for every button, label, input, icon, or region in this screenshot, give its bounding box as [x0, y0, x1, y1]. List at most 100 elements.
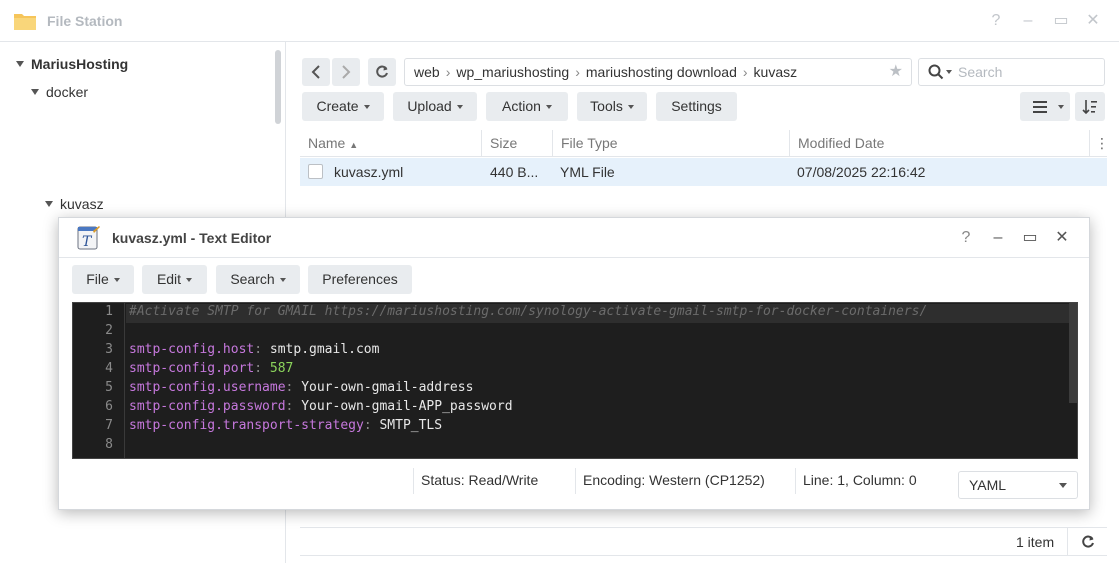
help-icon[interactable]: ? — [987, 12, 1005, 30]
line-number: 1 — [105, 304, 113, 319]
help-icon[interactable]: ? — [957, 229, 975, 247]
code-line[interactable]: smtp-config.host: smtp.gmail.com — [129, 342, 379, 357]
refresh-icon[interactable] — [1081, 535, 1095, 549]
caret-down-icon[interactable] — [16, 61, 24, 67]
path-segment[interactable]: web — [414, 64, 440, 80]
file-name: kuvasz.yml — [334, 164, 404, 180]
text-editor-icon: T — [77, 226, 100, 250]
status-divider — [795, 468, 796, 494]
chevron-right-icon — [342, 65, 351, 79]
caret-down-icon[interactable] — [31, 89, 39, 95]
text-editor-window: T kuvasz.yml - Text Editor ? – ▭ ✕ File … — [58, 217, 1090, 510]
forward-button[interactable] — [332, 58, 360, 86]
action-button[interactable]: Action — [486, 92, 568, 121]
file-menu-button[interactable]: File — [72, 265, 134, 294]
line-number: 3 — [105, 342, 113, 357]
minimize-icon[interactable]: – — [989, 229, 1007, 247]
edit-menu-button[interactable]: Edit — [142, 265, 207, 294]
code-line[interactable]: smtp-config.username: Your-own-gmail-add… — [129, 380, 473, 395]
search-menu-button[interactable]: Search — [216, 265, 300, 294]
sidebar-item-kuvasz[interactable]: kuvasz — [45, 196, 104, 212]
search-box[interactable]: Search — [918, 58, 1105, 86]
column-divider[interactable] — [789, 130, 790, 157]
sidebar-item-label: kuvasz — [60, 196, 104, 212]
column-divider[interactable] — [481, 130, 482, 157]
column-header-size[interactable]: Size — [490, 135, 517, 151]
dropdown-arrow-icon — [545, 105, 552, 109]
column-divider[interactable] — [552, 130, 553, 157]
create-button[interactable]: Create — [302, 92, 384, 121]
table-row[interactable]: kuvasz.yml 440 B... YML File 07/08/2025 … — [300, 158, 1107, 186]
refresh-icon — [376, 65, 388, 78]
sort-button[interactable] — [1075, 92, 1105, 121]
code-line[interactable]: smtp-config.transport-strategy: SMTP_TLS — [129, 418, 442, 433]
column-header-type[interactable]: File Type — [561, 135, 618, 151]
encoding-text: Encoding: Western (CP1252) — [583, 472, 765, 488]
sidebar-item-label: MariusHosting — [31, 56, 129, 72]
path-bar[interactable]: web › wp_mariushosting › mariushosting downl… — [404, 58, 912, 86]
column-options-icon[interactable]: ⋮ — [1095, 135, 1109, 152]
path-segment[interactable]: kuvasz — [754, 64, 798, 80]
column-header-name[interactable]: Name ▲ — [308, 135, 358, 151]
tools-label: Tools — [590, 98, 623, 114]
maximize-icon[interactable]: ▭ — [1021, 229, 1039, 247]
maximize-icon[interactable]: ▭ — [1052, 12, 1070, 30]
syntax-mode-select[interactable]: YAML — [958, 471, 1078, 499]
tools-button[interactable]: Tools — [577, 92, 647, 121]
yaml-key: smtp-config.port — [129, 361, 255, 376]
yaml-value: Your-own-gmail-APP_password — [301, 399, 513, 414]
sidebar-item-docker[interactable]: docker — [31, 84, 88, 100]
settings-button[interactable]: Settings — [656, 92, 737, 121]
create-label: Create — [316, 98, 359, 114]
file-modified: 07/08/2025 22:16:42 — [797, 164, 926, 180]
edit-menu-label: Edit — [156, 271, 182, 287]
view-mode-button[interactable] — [1020, 92, 1070, 121]
sidebar-item-mariushosting[interactable]: MariusHosting — [16, 56, 128, 72]
code-comment: #Activate SMTP for GMAIL https://mariush… — [129, 304, 928, 319]
column-header-modified[interactable]: Modified Date — [798, 135, 884, 151]
code-editor[interactable]: 1 2 3 4 5 6 7 8 #Activate SMTP for GMAIL… — [72, 302, 1078, 459]
search-dropdown-icon[interactable] — [946, 70, 952, 74]
sort-asc-icon: ▲ — [349, 140, 359, 150]
yaml-value: smtp.gmail.com — [269, 342, 380, 357]
code-line[interactable]: smtp-config.password: Your-own-gmail-APP… — [129, 399, 513, 414]
editor-titlebar[interactable]: T kuvasz.yml - Text Editor ? – ▭ ✕ — [59, 218, 1089, 258]
yaml-colon: : — [285, 380, 294, 395]
yaml-colon: : — [254, 342, 263, 357]
refresh-button[interactable] — [368, 58, 396, 86]
file-list-header: Name ▲ Size File Type Modified Date ⋮ — [300, 130, 1109, 157]
row-checkbox[interactable] — [308, 164, 323, 179]
line-number-gutter: 1 2 3 4 5 6 7 8 — [73, 303, 125, 458]
view-dropdown-icon[interactable] — [1058, 105, 1064, 109]
line-number: 4 — [105, 361, 113, 376]
minimize-icon[interactable]: – — [1019, 12, 1037, 30]
editor-scrollbar[interactable] — [1069, 303, 1077, 403]
caret-down-icon[interactable] — [45, 201, 53, 207]
path-segment[interactable]: mariushosting download — [586, 64, 737, 80]
upload-button[interactable]: Upload — [393, 92, 477, 121]
line-number: 5 — [105, 380, 113, 395]
sidebar-scrollbar[interactable] — [275, 50, 281, 124]
close-icon[interactable]: ✕ — [1053, 229, 1071, 247]
favorite-star-icon[interactable]: ★ — [889, 59, 903, 85]
file-station-titlebar: File Station ? – ▭ ✕ — [0, 0, 1119, 42]
editor-status-read-write: Status: Read/Write — [413, 468, 538, 494]
file-list-statusbar: 1 item — [300, 527, 1107, 556]
editor-status-encoding[interactable]: Encoding: Western (CP1252) — [575, 468, 765, 494]
path-segment[interactable]: wp_mariushosting — [456, 64, 569, 80]
yaml-colon: : — [254, 361, 263, 376]
line-number: 2 — [105, 323, 113, 338]
path-separator: › — [742, 64, 748, 80]
preferences-button[interactable]: Preferences — [308, 265, 412, 294]
code-line[interactable]: smtp-config.port: 587 — [129, 361, 293, 376]
dropdown-arrow-icon — [456, 105, 463, 109]
code-line[interactable]: #Activate SMTP for GMAIL https://mariush… — [126, 304, 1069, 323]
file-size: 440 B... — [490, 164, 539, 180]
column-divider[interactable] — [1089, 130, 1090, 157]
search-icon[interactable] — [928, 64, 944, 80]
back-button[interactable] — [302, 58, 330, 86]
dropdown-arrow-icon — [113, 278, 120, 282]
close-icon[interactable]: ✕ — [1084, 12, 1102, 30]
search-input[interactable]: Search — [958, 64, 1002, 80]
item-count: 1 item — [1016, 534, 1055, 550]
